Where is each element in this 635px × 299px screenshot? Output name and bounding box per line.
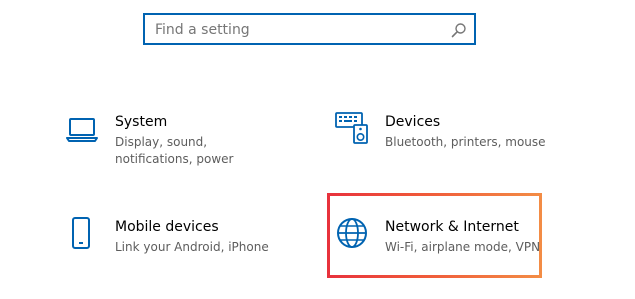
keyboard-speaker-icon — [335, 112, 369, 148]
tile-description: Display, sound, notifications, power — [115, 135, 234, 166]
search-placeholder: Find a setting — [155, 22, 250, 38]
search-box[interactable]: Find a setting — [143, 13, 476, 45]
settings-tile-mobile-devices[interactable]: Mobile devices Link your Android, iPhone — [64, 217, 294, 267]
tile-title: Devices — [385, 114, 441, 130]
highlight-box — [327, 193, 542, 278]
settings-tile-devices[interactable]: Devices Bluetooth, printers, mouse — [335, 112, 565, 172]
tile-description: Bluetooth, printers, mouse — [385, 135, 546, 149]
tile-title: System — [115, 114, 168, 130]
settings-tile-system[interactable]: System Display, sound, notifications, po… — [64, 112, 294, 172]
tile-title: Mobile devices — [115, 219, 219, 235]
tile-description: Link your Android, iPhone — [115, 240, 269, 254]
search-icon[interactable] — [451, 22, 467, 38]
phone-icon — [71, 217, 91, 253]
laptop-icon — [66, 116, 98, 146]
